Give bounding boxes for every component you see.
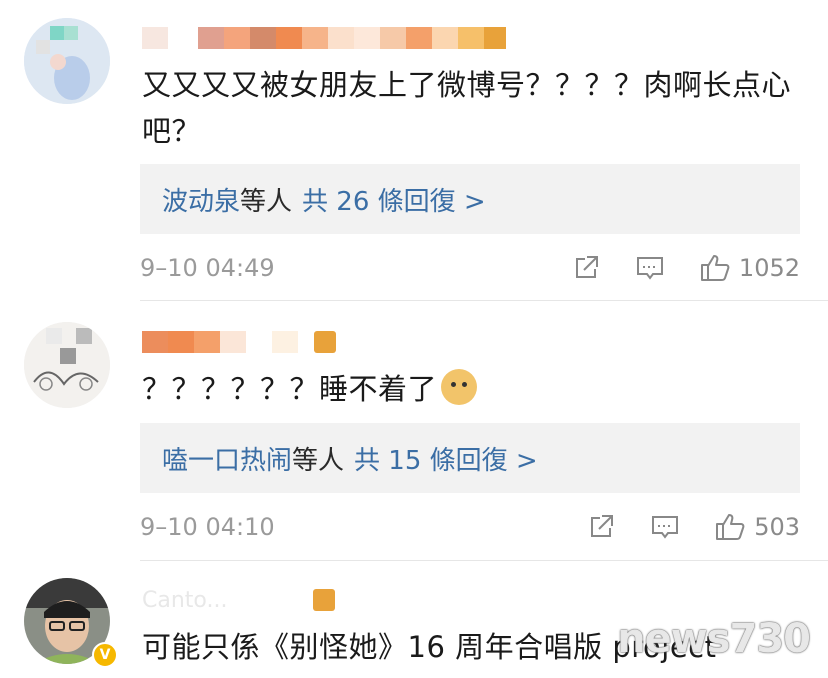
comment-date: 9–10 04:10: [140, 513, 275, 541]
verified-badge-icon: V: [92, 642, 118, 668]
reply-count-link[interactable]: 共 26 條回復 >: [302, 181, 486, 218]
username-mosaic: [142, 27, 168, 49]
username-mosaic: [168, 27, 198, 49]
comment-meta: 9–10 04:49 1052: [140, 251, 800, 285]
share-button[interactable]: [586, 512, 616, 542]
avatar[interactable]: [24, 18, 110, 104]
vip-level-icon: [314, 331, 336, 353]
username-mosaic: [168, 331, 194, 353]
comment-date: 9–10 04:49: [140, 254, 275, 282]
divider: [140, 560, 828, 561]
username-text: Canto...: [142, 587, 228, 613]
watermark: news730: [617, 616, 811, 662]
username-mosaic: [276, 27, 302, 49]
username-mosaic: [142, 331, 168, 353]
username-blurred[interactable]: [142, 24, 506, 52]
reply-suffix: 等人: [292, 445, 345, 476]
like-button[interactable]: 1052: [699, 253, 800, 283]
comment-icon: [652, 516, 679, 539]
doge-emoji-icon: [441, 369, 478, 405]
reply-preview[interactable]: 波动泉 等人 共 26 條回復 >: [140, 164, 800, 234]
username-mosaic: [298, 331, 314, 353]
reply-suffix: 等人: [240, 186, 293, 217]
vip-level-icon: [484, 27, 506, 49]
username-mosaic: [328, 27, 354, 49]
share-icon: [575, 256, 598, 278]
comment-text: ？？？？？？睡不着了: [142, 366, 802, 412]
comment-text: 又又又又被女朋友上了微博号？？？？肉啊长点心吧？: [142, 68, 792, 148]
comment-button[interactable]: [635, 253, 665, 283]
like-icon: [716, 514, 745, 540]
comment-meta: 9–10 04:10 503: [140, 510, 800, 544]
reply-count-link[interactable]: 共 15 條回復 >: [354, 440, 538, 477]
vip-level-icon: [313, 589, 336, 611]
username-mosaic: [194, 331, 220, 353]
like-icon: [700, 255, 730, 281]
comment-button[interactable]: [650, 512, 680, 542]
comment-icon: [636, 257, 663, 280]
username-mosaic: [458, 27, 484, 49]
username-partial[interactable]: Canto...: [142, 586, 336, 614]
divider: [140, 300, 828, 301]
comment-text-content: ？？？？？？睡不着了: [142, 372, 438, 406]
username-mosaic: [354, 27, 380, 49]
share-button[interactable]: [571, 253, 601, 283]
username-mosaic: [224, 27, 250, 49]
username-mosaic: [380, 27, 406, 49]
avatar[interactable]: [24, 322, 110, 408]
username-mosaic: [432, 27, 458, 49]
like-count: 503: [754, 513, 800, 541]
reply-preview[interactable]: 嗑一口热闹 等人 共 15 條回復 >: [140, 423, 800, 493]
username-mosaic: [272, 331, 298, 353]
username-mosaic: [246, 331, 272, 353]
username-mosaic: [198, 27, 224, 49]
username-mosaic: [220, 331, 246, 353]
username-mosaic: [250, 27, 276, 49]
username-mosaic: [302, 27, 328, 49]
username-mosaic: [406, 27, 432, 49]
reply-names[interactable]: 嗑一口热闹: [162, 440, 292, 477]
reply-names[interactable]: 波动泉: [162, 181, 240, 218]
username-blurred[interactable]: [142, 328, 336, 356]
like-button[interactable]: 503: [714, 512, 800, 542]
share-icon: [591, 515, 614, 537]
like-count: 1052: [738, 254, 800, 282]
